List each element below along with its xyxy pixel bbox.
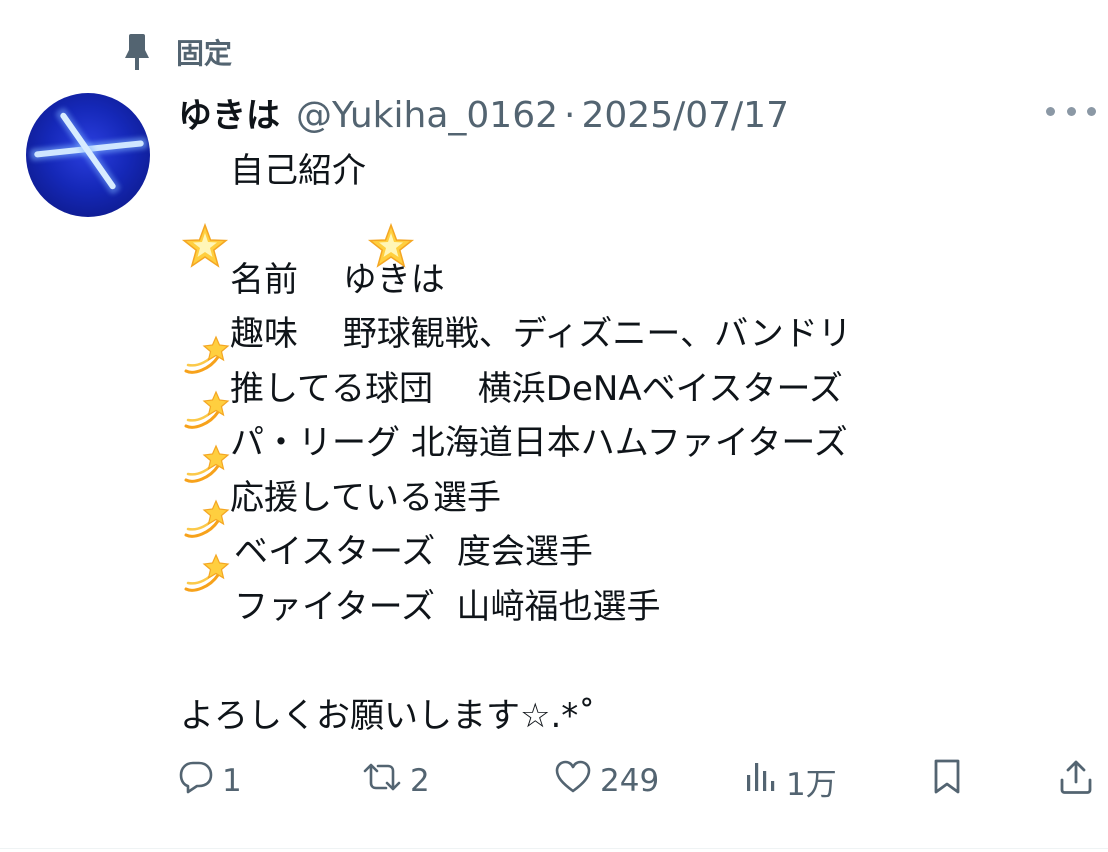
line-text: 名前 ゆきは (230, 259, 445, 300)
line-text: ベイスターズ 度会選手 (234, 532, 593, 573)
pin-icon (120, 30, 154, 74)
repost-button[interactable]: 2 (362, 754, 430, 808)
repost-icon (362, 759, 402, 803)
views-button[interactable]: 1万 (744, 754, 837, 808)
divider (0, 848, 1108, 849)
tweet-header: ゆきは @Yukiha_0162 · 2025/07/17 (178, 88, 789, 137)
tweet-line: よろしくお願いします☆.*˚ (180, 685, 1080, 740)
dizzy-emoji (180, 415, 230, 538)
line-text: 応援している選手 (230, 477, 501, 518)
more-icon[interactable] (1046, 96, 1096, 126)
line-text: パ・リーグ 北海道日本ハムファイターズ (230, 423, 848, 464)
reply-count: 1 (222, 763, 242, 799)
line-text: よろしくお願いします☆.*˚ (180, 695, 596, 736)
pinned-indicator: 固定 (120, 30, 232, 74)
action-bar: 1 2 249 1万 (0, 754, 1108, 808)
tweet-text: 自己紹介 名前 ゆきは 趣味 野球観戦、ディズニー、バンドリ 推してる球団 横浜… (180, 140, 1080, 740)
line-text: 推してる球団 横浜DeNAベイスターズ (230, 368, 843, 409)
author-handle[interactable]: @Yukiha_0162 (296, 95, 558, 136)
tweet-line: ファイターズ 山﨑福也選手 (180, 576, 1080, 631)
share-icon (1058, 758, 1094, 804)
like-button[interactable]: 249 (554, 754, 659, 808)
dizzy-emoji (180, 469, 230, 592)
views-icon (744, 759, 778, 803)
glowing-star-emoji (180, 142, 230, 269)
dizzy-emoji (180, 360, 230, 483)
tweet-line: 推してる球団 横浜DeNAベイスターズ (180, 358, 1080, 483)
line-text: ファイターズ 山﨑福也選手 (234, 586, 661, 627)
line-text: 自己紹介 (230, 150, 366, 191)
bookmark-icon (930, 758, 964, 804)
tweet-line: 自己紹介 (180, 140, 1080, 269)
line-text: 趣味 野球観戦、ディズニー、バンドリ (230, 314, 852, 355)
like-count: 249 (600, 763, 660, 799)
reply-button[interactable]: 1 (178, 754, 242, 808)
tweet-date[interactable]: 2025/07/17 (581, 95, 789, 136)
tweet-line: 名前 ゆきは (180, 249, 1080, 374)
reply-icon (178, 759, 214, 803)
repost-count: 2 (410, 763, 430, 799)
bookmark-button[interactable] (930, 754, 964, 808)
views-count: 1万 (786, 766, 837, 803)
tweet-line: 趣味 野球観戦、ディズニー、バンドリ (180, 304, 1080, 429)
tweet-line: 応援している選手 (180, 467, 1080, 592)
tweet-line: ベイスターズ 度会選手 (180, 522, 1080, 577)
dizzy-emoji (180, 251, 230, 374)
avatar[interactable] (26, 93, 150, 217)
separator-dot: · (564, 95, 576, 136)
share-button[interactable] (1058, 754, 1094, 808)
author-display-name[interactable]: ゆきは (178, 88, 280, 137)
dizzy-emoji (180, 306, 230, 429)
pinned-label: 固定 (176, 37, 233, 70)
heart-icon (554, 759, 592, 803)
tweet-line: パ・リーグ 北海道日本ハムファイターズ (180, 413, 1080, 538)
glowing-star-emoji (366, 142, 416, 269)
